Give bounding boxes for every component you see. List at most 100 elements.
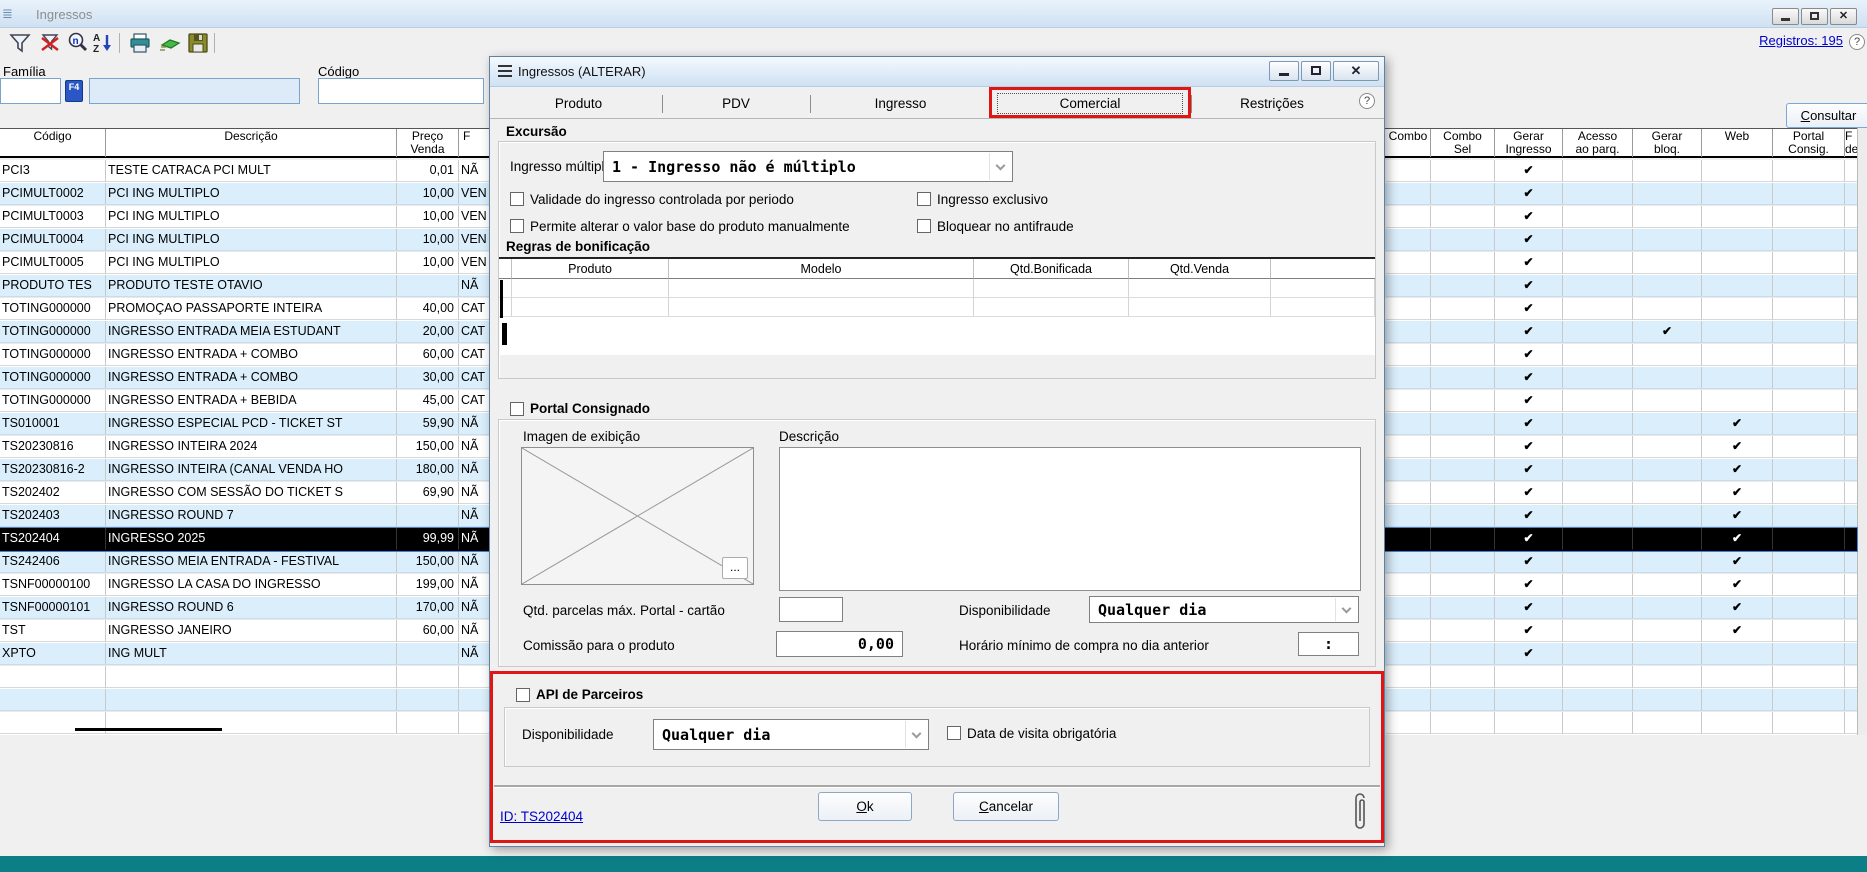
- imagem-exibicao-box[interactable]: ...: [521, 447, 754, 585]
- cell-codigo: PCIMULT0005: [0, 252, 106, 274]
- cell-combo: [1386, 160, 1431, 182]
- cell-gerar_bloq: [1633, 666, 1702, 688]
- dropdown-arrow-button[interactable]: [989, 153, 1011, 180]
- f4-button[interactable]: F4: [65, 80, 83, 102]
- cell-descricao: [106, 689, 397, 711]
- cell-portal_consig: [1773, 229, 1845, 251]
- check-icon: ✔: [1732, 508, 1742, 522]
- cell-extra: [1845, 413, 1857, 435]
- minimize-button[interactable]: [1772, 8, 1799, 25]
- cell-acesso: [1563, 643, 1633, 665]
- dialog-close-button[interactable]: ✕: [1333, 61, 1379, 81]
- validade-checkbox[interactable]: [510, 192, 524, 206]
- ingresso-multiplo-select[interactable]: 1 - Ingresso não é múltiplo: [603, 151, 1013, 182]
- filter-icon[interactable]: [8, 31, 32, 55]
- column-header[interactable]: ComboSel: [1431, 129, 1495, 157]
- column-header[interactable]: Fde: [1845, 129, 1857, 157]
- cell-codigo: TOTING000000: [0, 367, 106, 389]
- close-button[interactable]: ✕: [1830, 8, 1857, 25]
- horario-minimo-input[interactable]: [1298, 632, 1359, 656]
- dropdown-arrow-button[interactable]: [1335, 598, 1357, 621]
- cell-combo: [1386, 367, 1431, 389]
- tab-pdv[interactable]: PDV: [662, 89, 810, 118]
- parcelas-input[interactable]: [779, 597, 843, 622]
- clear-filter-icon[interactable]: [38, 31, 62, 55]
- api-disponibilidade-select[interactable]: Qualquer dia: [653, 719, 929, 750]
- ok-button[interactable]: Ok: [818, 792, 912, 821]
- cell-preco: 20,00: [397, 321, 459, 343]
- bonificacao-grid[interactable]: Produto Modelo Qtd.Bonificada Qtd.Venda: [499, 257, 1375, 355]
- codigo-input[interactable]: [318, 78, 484, 104]
- column-header[interactable]: Acessoao parq.: [1563, 129, 1633, 157]
- cell-codigo: TS202402: [0, 482, 106, 504]
- cell-preco: 170,00: [397, 597, 459, 619]
- cell-flag: NÃ: [459, 643, 489, 665]
- restore-button[interactable]: [1801, 8, 1828, 25]
- column-header[interactable]: Código: [0, 129, 106, 157]
- cell-combo: [1386, 229, 1431, 251]
- familia-input[interactable]: [0, 78, 61, 104]
- check-icon: ✔: [1732, 485, 1742, 499]
- cell-portal_consig: [1773, 206, 1845, 228]
- ingresso-multiplo-label: Ingresso múltiplo: [510, 159, 612, 174]
- tab-restricoes[interactable]: Restrições: [1191, 89, 1353, 118]
- vertical-scrollbar[interactable]: [1857, 128, 1867, 735]
- dialog-minimize-button[interactable]: [1269, 61, 1299, 81]
- permite-alterar-checkbox[interactable]: [510, 219, 524, 233]
- cell-acesso: [1563, 321, 1633, 343]
- column-header[interactable]: PortalConsig.: [1773, 129, 1845, 157]
- help-icon[interactable]: ?: [1849, 34, 1865, 50]
- cell-codigo: PCIMULT0004: [0, 229, 106, 251]
- familia-descricao-input[interactable]: [89, 78, 300, 104]
- portal-consignado-checkbox[interactable]: [510, 402, 524, 416]
- cell-acesso: [1563, 160, 1633, 182]
- api-parceiros-checkbox[interactable]: [516, 688, 530, 702]
- column-header[interactable]: Web: [1702, 129, 1773, 157]
- cell-preco: [397, 275, 459, 297]
- data-visita-checkbox[interactable]: [947, 726, 961, 740]
- registros-link[interactable]: Registros: 195: [1759, 33, 1843, 48]
- empty-image-placeholder-icon: [522, 448, 753, 584]
- dialog-help-icon[interactable]: ?: [1359, 93, 1375, 109]
- paperclip-icon[interactable]: [1352, 789, 1368, 835]
- column-header[interactable]: F: [459, 129, 489, 157]
- permite-alterar-label: Permite alterar o valor base do produto …: [530, 219, 850, 234]
- locate-icon[interactable]: n: [66, 31, 90, 55]
- column-header[interactable]: Descrição: [106, 129, 397, 157]
- export-money-icon[interactable]: [158, 31, 182, 55]
- tab-produto[interactable]: Produto: [495, 89, 662, 118]
- comissao-input[interactable]: [776, 631, 903, 657]
- cell-descricao: PRODUTO TESTE OTAVIO: [106, 275, 397, 297]
- tab-ingresso[interactable]: Ingresso: [810, 89, 991, 118]
- cell-codigo: TSNF00000100: [0, 574, 106, 596]
- dropdown-arrow-button[interactable]: [905, 721, 927, 748]
- bloquear-antifraude-checkbox[interactable]: [917, 219, 931, 233]
- dialog-maximize-button[interactable]: [1301, 61, 1331, 81]
- descricao-textarea[interactable]: [779, 447, 1361, 591]
- disponibilidade-select[interactable]: Qualquer dia: [1089, 596, 1359, 623]
- consultar-button[interactable]: Consultar: [1786, 103, 1867, 128]
- cancelar-button[interactable]: Cancelar: [953, 792, 1059, 821]
- cell-gerar_ingresso: ✔: [1495, 620, 1563, 642]
- cell-descricao: INGRESSO COM SESSÃO DO TICKET S: [106, 482, 397, 504]
- cell-gerar_ingresso: [1495, 689, 1563, 711]
- cell-flag: NÃ: [459, 528, 489, 550]
- horario-minimo-label: Horário mínimo de compra no dia anterior: [959, 638, 1209, 653]
- column-header[interactable]: GerarIngresso: [1495, 129, 1563, 157]
- cell-portal_consig: [1773, 344, 1845, 366]
- browse-image-button[interactable]: ...: [722, 557, 748, 579]
- sort-az-icon[interactable]: A Z: [92, 31, 116, 55]
- cell-combo_sel: [1431, 413, 1495, 435]
- column-header[interactable]: Gerarbloq.: [1633, 129, 1702, 157]
- system-menu-icon[interactable]: ≣: [2, 7, 14, 21]
- dialog-system-menu-icon[interactable]: [498, 65, 512, 77]
- save-icon[interactable]: [186, 31, 210, 55]
- cell-descricao: INGRESSO JANEIRO: [106, 620, 397, 642]
- descricao-label: Descrição: [779, 429, 839, 444]
- column-header[interactable]: Combo: [1386, 129, 1431, 157]
- cell-portal_consig: [1773, 597, 1845, 619]
- print-icon[interactable]: [128, 31, 152, 55]
- id-link[interactable]: ID: TS202404: [500, 809, 583, 824]
- ingresso-exclusivo-checkbox[interactable]: [917, 192, 931, 206]
- column-header[interactable]: PreçoVenda: [397, 129, 459, 157]
